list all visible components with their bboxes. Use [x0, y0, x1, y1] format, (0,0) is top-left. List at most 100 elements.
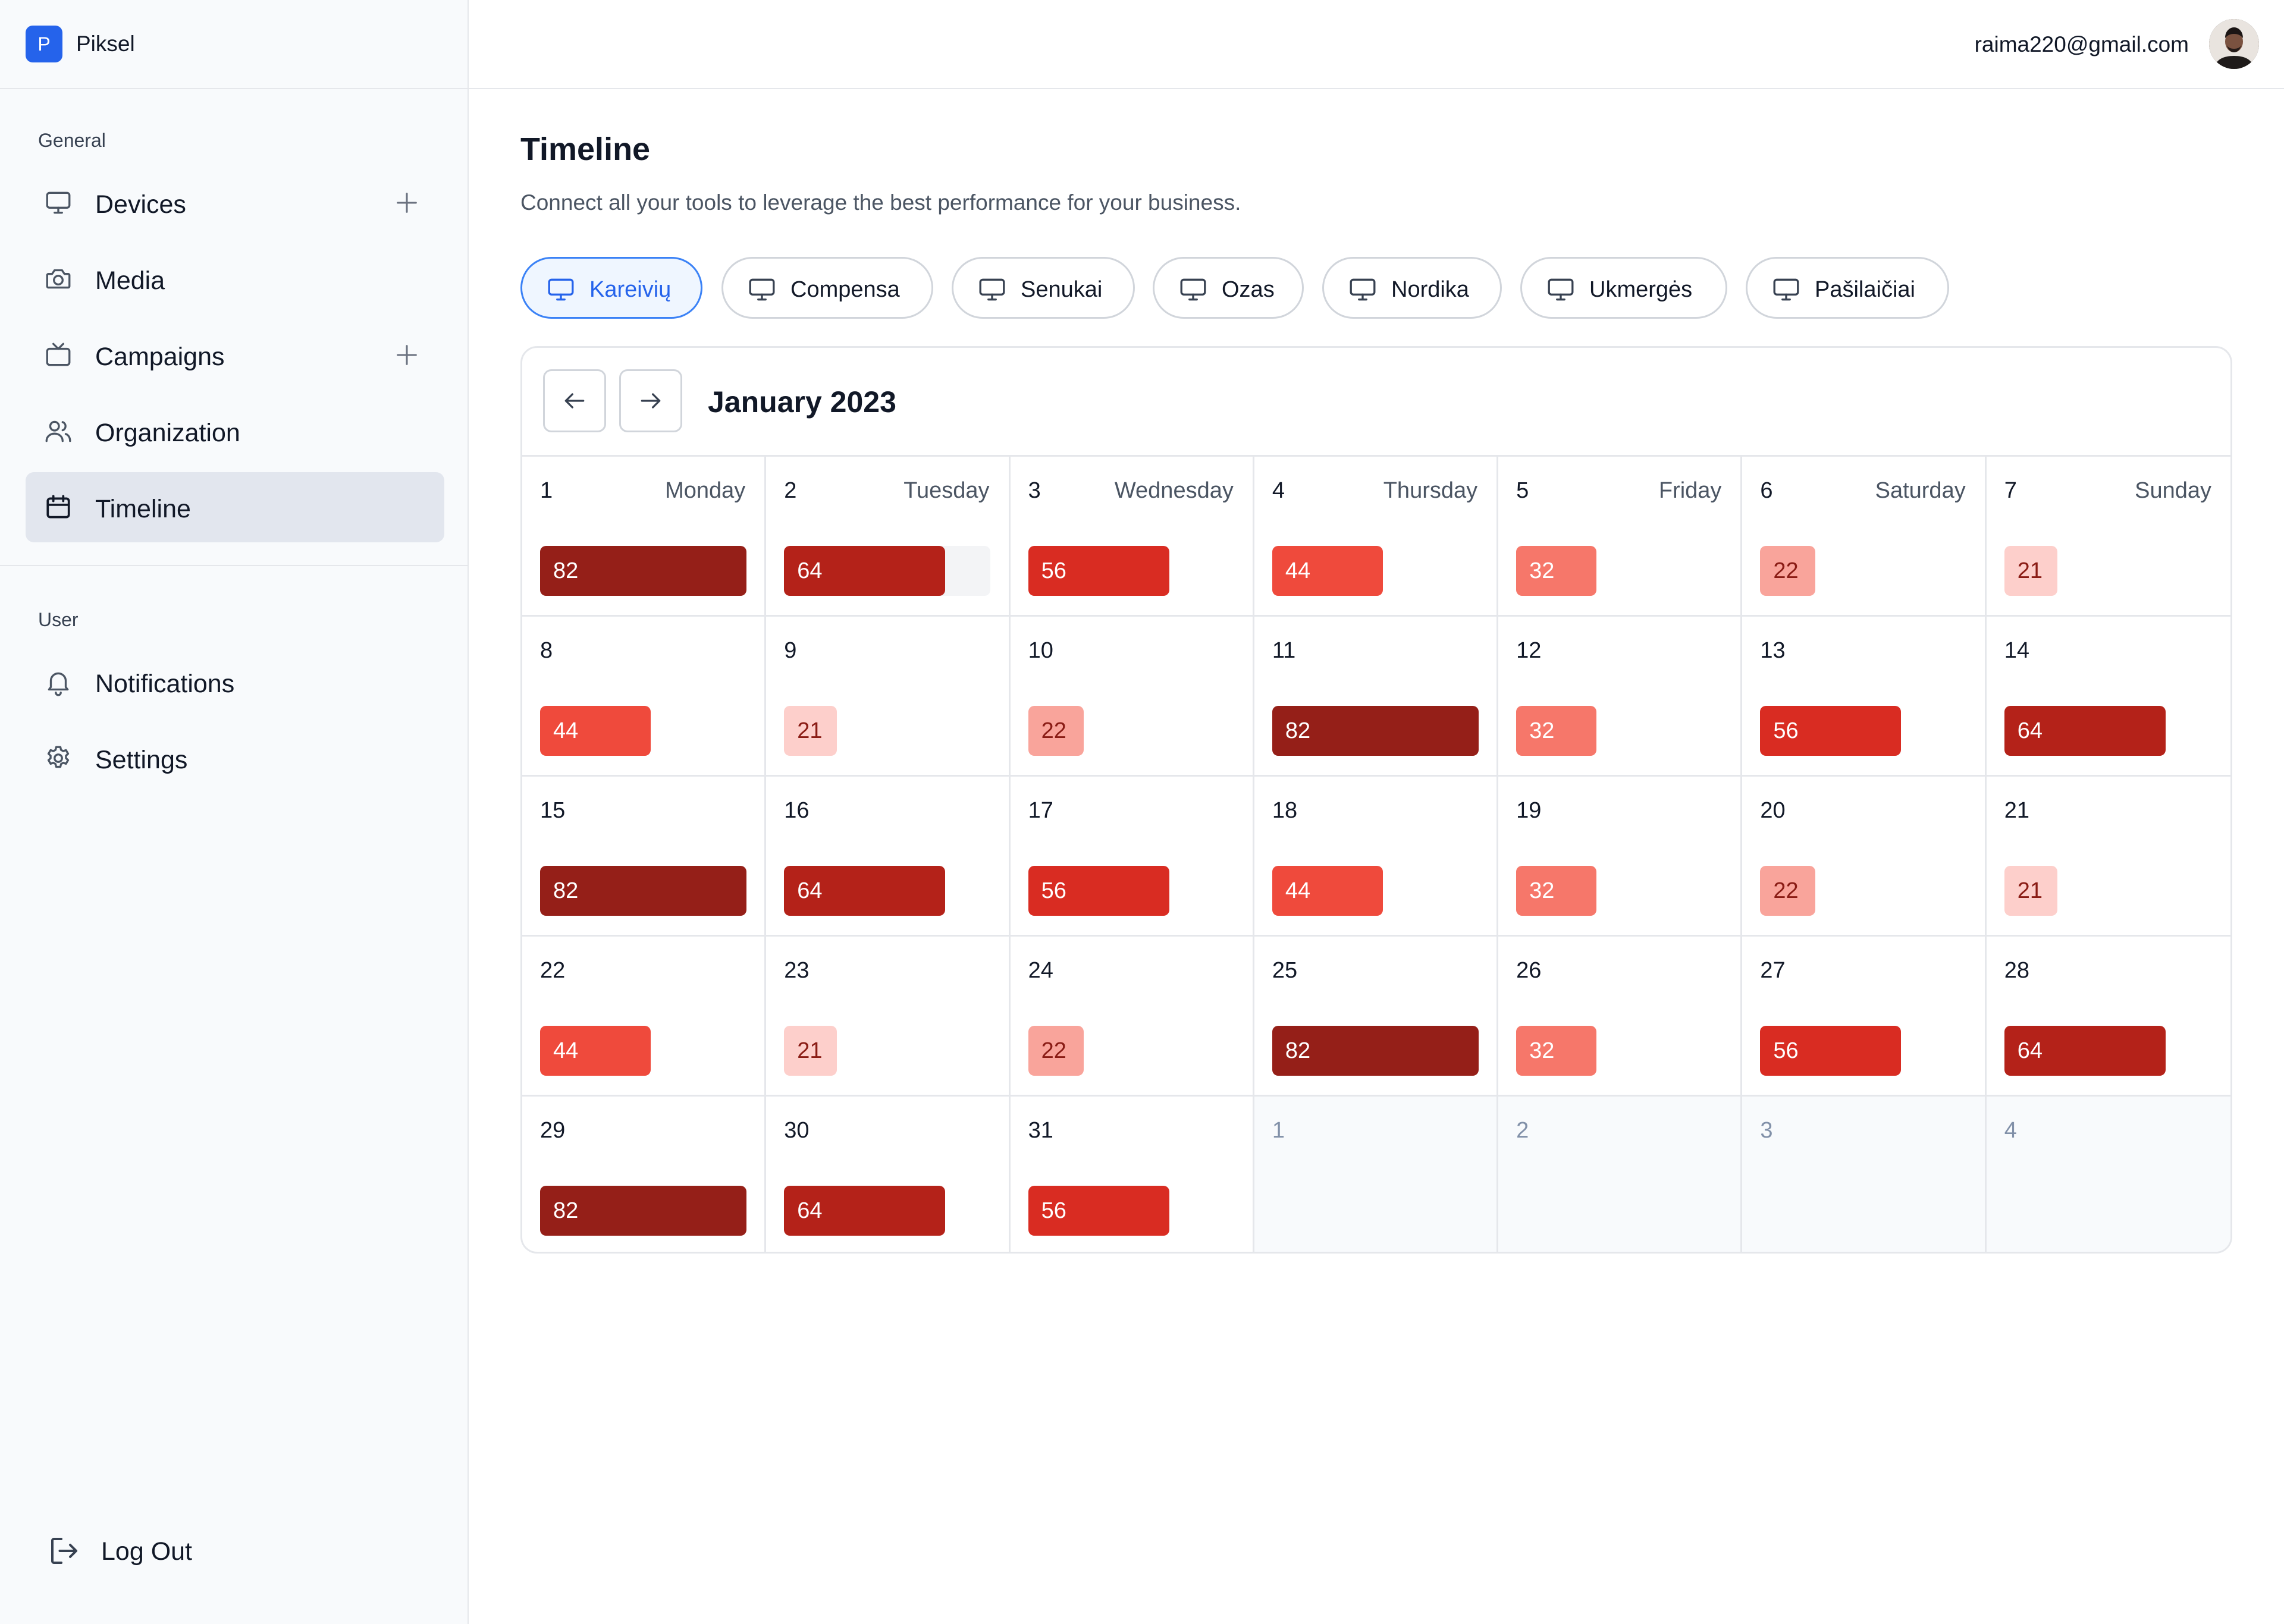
sidebar-item-label: Media — [95, 266, 165, 295]
value-bar[interactable]: 22 — [1028, 706, 1084, 756]
value-bar[interactable]: 82 — [540, 1186, 746, 1236]
device-tab[interactable]: Pašilaičiai — [1746, 257, 1949, 319]
device-tab[interactable]: Kareivių — [520, 257, 702, 319]
weekday-label: Tuesday — [903, 478, 990, 503]
prev-month-button[interactable] — [543, 369, 606, 432]
calendar-day[interactable]: 12 32 — [1498, 617, 1743, 777]
calendar-header: January 2023 — [522, 348, 2230, 457]
device-tab[interactable]: Senukai — [952, 257, 1135, 319]
user-email[interactable]: raima220@gmail.com — [1975, 32, 2189, 57]
day-number: 16 — [784, 798, 810, 823]
calendar-day[interactable]: 20 22 — [1742, 777, 1987, 937]
calendar-day[interactable]: 9 21 — [766, 617, 1011, 777]
sidebar-item-media[interactable]: Media — [26, 244, 444, 314]
value-bar[interactable]: 32 — [1516, 866, 1597, 916]
calendar-day[interactable]: 7 Sunday 21 — [1986, 457, 2230, 617]
calendar-day[interactable]: 11 82 — [1254, 617, 1499, 777]
monitor-icon — [1771, 276, 1801, 303]
brand: P Piksel — [0, 0, 468, 89]
value-bar[interactable]: 21 — [784, 1026, 837, 1076]
value-bar[interactable]: 21 — [784, 706, 837, 756]
value-bar[interactable]: 32 — [1516, 1026, 1597, 1076]
value-bar[interactable]: 21 — [2004, 546, 2057, 596]
value-bar[interactable]: 82 — [540, 866, 746, 916]
calendar-day[interactable]: 8 44 — [522, 617, 767, 777]
sidebar-item-settings[interactable]: Settings — [26, 723, 444, 793]
calendar-day[interactable]: 15 82 — [522, 777, 767, 937]
value-bar[interactable]: 82 — [1272, 706, 1479, 756]
calendar-day[interactable]: 22 44 — [522, 937, 767, 1097]
calendar-day[interactable]: 4 Thursday 44 — [1254, 457, 1499, 617]
brand-logo[interactable]: P — [26, 26, 62, 62]
calendar-day[interactable]: 17 56 — [1010, 777, 1254, 937]
add-device-icon[interactable] — [393, 189, 421, 216]
calendar-day-outside[interactable]: 2 — [1498, 1097, 1743, 1252]
value-bar[interactable]: 22 — [1760, 866, 1816, 916]
monitor-icon — [1178, 276, 1208, 303]
value-bar[interactable]: 21 — [2004, 866, 2057, 916]
calendar-day[interactable]: 27 56 — [1742, 937, 1987, 1097]
value-bar[interactable]: 44 — [540, 706, 651, 756]
calendar-day[interactable]: 30 64 — [766, 1097, 1011, 1252]
value-bar[interactable]: 56 — [1760, 1026, 1902, 1076]
value-bar[interactable]: 44 — [1272, 866, 1383, 916]
calendar-day[interactable]: 23 21 — [766, 937, 1011, 1097]
value-bar[interactable]: 56 — [1760, 706, 1902, 756]
day-number: 3 — [1028, 478, 1041, 503]
value-bar[interactable]: 64 — [2004, 706, 2166, 756]
sidebar-item-notifications[interactable]: Notifications — [26, 647, 444, 717]
device-tab[interactable]: Compensa — [721, 257, 933, 319]
value-bar[interactable]: 64 — [784, 546, 946, 596]
value-bar[interactable]: 32 — [1516, 706, 1597, 756]
value-bar[interactable]: 22 — [1028, 1026, 1084, 1076]
calendar-day-outside[interactable]: 4 — [1986, 1097, 2230, 1252]
calendar-day[interactable]: 24 22 — [1010, 937, 1254, 1097]
value-bar[interactable]: 64 — [784, 866, 946, 916]
value-bar[interactable]: 56 — [1028, 546, 1169, 596]
device-tab[interactable]: Nordika — [1322, 257, 1502, 319]
section-title-user: User — [38, 609, 79, 630]
calendar-day[interactable]: 16 64 — [766, 777, 1011, 937]
calendar-day[interactable]: 29 82 — [522, 1097, 767, 1252]
calendar-day-outside[interactable]: 1 — [1254, 1097, 1499, 1252]
calendar-day[interactable]: 1 Monday 82 — [522, 457, 767, 617]
logout-button[interactable]: Log Out — [42, 1528, 256, 1576]
add-campaign-icon[interactable] — [393, 341, 421, 369]
next-month-button[interactable] — [619, 369, 682, 432]
calendar-day[interactable]: 14 64 — [1986, 617, 2230, 777]
calendar-day[interactable]: 6 Saturday 22 — [1742, 457, 1987, 617]
calendar-day[interactable]: 10 22 — [1010, 617, 1254, 777]
value-bar[interactable]: 64 — [784, 1186, 946, 1236]
calendar-day[interactable]: 13 56 — [1742, 617, 1987, 777]
calendar-day[interactable]: 3 Wednesday 56 — [1010, 457, 1254, 617]
calendar-day[interactable]: 25 82 — [1254, 937, 1499, 1097]
sidebar-item-devices[interactable]: Devices — [26, 168, 444, 238]
calendar-day[interactable]: 2 Tuesday 64 — [766, 457, 1011, 617]
value-bar[interactable]: 82 — [1272, 1026, 1479, 1076]
avatar[interactable] — [2209, 19, 2259, 69]
day-number: 8 — [540, 638, 553, 663]
calendar-day[interactable]: 5 Friday 32 — [1498, 457, 1743, 617]
calendar-day[interactable]: 21 21 — [1986, 777, 2230, 937]
device-tab[interactable]: Ukmergės — [1520, 257, 1727, 319]
sidebar-item-campaigns[interactable]: Campaigns — [26, 320, 444, 390]
value-bar[interactable]: 56 — [1028, 1186, 1169, 1236]
value-bar[interactable]: 56 — [1028, 866, 1169, 916]
sidebar-item-timeline[interactable]: Timeline — [26, 472, 444, 542]
calendar-day[interactable]: 28 64 — [1986, 937, 2230, 1097]
sidebar-item-organization[interactable]: Organization — [26, 396, 444, 466]
calendar-day-outside[interactable]: 3 — [1742, 1097, 1987, 1252]
calendar-day[interactable]: 31 56 — [1011, 1097, 1254, 1252]
day-number: 15 — [540, 798, 566, 823]
value-bar[interactable]: 44 — [540, 1026, 651, 1076]
value-bar[interactable]: 64 — [2004, 1026, 2166, 1076]
value-bar[interactable]: 22 — [1760, 546, 1816, 596]
value-bar[interactable]: 82 — [540, 546, 746, 596]
value-bar[interactable]: 32 — [1516, 546, 1597, 596]
calendar-day[interactable]: 19 32 — [1498, 777, 1743, 937]
calendar-day[interactable]: 26 32 — [1498, 937, 1743, 1097]
value-bar[interactable]: 44 — [1272, 546, 1383, 596]
device-tab[interactable]: Ozas — [1153, 257, 1304, 319]
day-number: 17 — [1028, 798, 1053, 823]
calendar-day[interactable]: 18 44 — [1254, 777, 1499, 937]
